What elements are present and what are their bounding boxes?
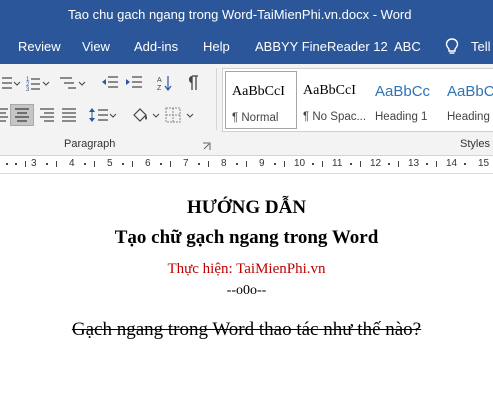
horizontal-ruler[interactable]: 3 4 5 6 7 8 9 10 11 12 13 14 15 [0, 156, 493, 174]
strikethrough-text: Gạch ngang trong Word thao tác như thế n… [71, 319, 422, 340]
ruler-number: 3 [31, 158, 37, 169]
style-name: ¶ No Spac... [303, 111, 367, 123]
ruler-tick [322, 161, 323, 167]
title-bar: Tao chu gach ngang trong Word-TaiMienPhi… [0, 0, 493, 30]
ruler-number: 15 [478, 158, 490, 169]
style-name: ¶ Normal [232, 112, 279, 124]
ruler-number: 4 [69, 158, 75, 169]
ruler-dot [122, 163, 124, 165]
ribbon-home: 1 2 3 A Z Paragraph AaBbCcI ¶ Normal AaB… [0, 64, 493, 156]
ruler-dot [198, 163, 200, 165]
align-right-icon[interactable] [38, 106, 56, 124]
tell-me-search[interactable]: Tell [471, 30, 491, 64]
style-sample: AaBbCcI [232, 84, 285, 99]
ribbon-tabs: Review View Add-ins Help ABBYY FineReade… [0, 30, 493, 64]
align-center-button[interactable] [10, 104, 34, 126]
justify-icon[interactable] [60, 106, 78, 124]
ruler-dot [6, 163, 8, 165]
ruler-tick [132, 161, 133, 167]
ruler-tick [208, 161, 209, 167]
ruler-dot [160, 163, 162, 165]
ruler-dot [350, 163, 352, 165]
style-normal[interactable]: AaBbCcI ¶ Normal [225, 71, 297, 129]
lightbulb-icon[interactable] [444, 38, 460, 56]
document-credit: Thực hiện: TaiMienPhi.vn [167, 261, 326, 277]
borders-icon[interactable] [164, 106, 196, 124]
line-spacing-icon[interactable] [88, 106, 116, 124]
window-title: Tao chu gach ngang trong Word-TaiMienPhi… [68, 7, 412, 22]
multilevel-list-icon[interactable] [58, 74, 88, 92]
ruler-number: 13 [408, 158, 420, 169]
paragraph-dialog-launcher-icon[interactable] [202, 142, 211, 151]
paragraph-group-label: Paragraph [64, 138, 116, 150]
bullets-icon[interactable] [0, 74, 20, 92]
ruler-number: 5 [107, 158, 113, 169]
ruler-number: 9 [259, 158, 265, 169]
numbering-icon[interactable]: 1 2 3 [24, 74, 54, 92]
svg-text:3: 3 [26, 87, 30, 92]
styles-group-label: Styles [460, 138, 490, 150]
ruler-dot [312, 163, 314, 165]
show-formatting-marks-icon[interactable] [186, 74, 200, 92]
ruler-number: 6 [145, 158, 151, 169]
ruler-number: 12 [370, 158, 382, 169]
ruler-dot [426, 163, 428, 165]
style-sample: AaBbCc [375, 83, 431, 100]
document-separator: --o0o-- [226, 283, 267, 298]
tab-review[interactable]: Review [18, 30, 61, 64]
document-page[interactable]: HƯỚNG DẪN Tạo chữ gạch ngang trong Word … [0, 175, 493, 401]
ruler-tick [170, 161, 171, 167]
svg-text:Z: Z [157, 85, 162, 92]
ruler-dot [388, 163, 390, 165]
sort-icon[interactable]: A Z [156, 74, 174, 92]
ruler-dot [84, 163, 86, 165]
styles-gallery: AaBbCcI ¶ Normal AaBbCcI ¶ No Spac... Aa… [222, 68, 493, 132]
ruler-dot [236, 163, 238, 165]
ruler-dot [15, 163, 17, 165]
align-center-icon [15, 108, 29, 122]
style-name: Heading [447, 111, 490, 123]
group-divider [216, 68, 217, 130]
ruler-tick [284, 161, 285, 167]
ruler-tick [398, 161, 399, 167]
ruler-number: 10 [294, 158, 306, 169]
ruler-tick [436, 161, 437, 167]
document-heading: HƯỚNG DẪN [186, 197, 307, 218]
tab-abbyy-finereader[interactable]: ABBYY FineReader 12 [255, 30, 388, 64]
ruler-tick [360, 161, 361, 167]
ruler-number: 14 [446, 158, 458, 169]
shading-icon[interactable] [130, 106, 160, 124]
ruler-dot [464, 163, 466, 165]
ruler-dot [46, 163, 48, 165]
ruler-tick [246, 161, 247, 167]
ruler-number: 11 [332, 158, 343, 169]
tab-help[interactable]: Help [203, 30, 230, 64]
style-sample: AaBbCcI [303, 83, 356, 98]
tab-view[interactable]: View [82, 30, 110, 64]
style-name: Heading 1 [375, 111, 428, 123]
ruler-number: 8 [221, 158, 227, 169]
align-left-partial-icon[interactable] [0, 106, 8, 124]
decrease-indent-icon[interactable] [100, 74, 120, 92]
ruler-dot [274, 163, 276, 165]
document-subheading: Tạo chữ gạch ngang trong Word [114, 227, 379, 248]
ruler-tick [56, 161, 57, 167]
increase-indent-icon[interactable] [124, 74, 144, 92]
style-sample: AaBbCc [447, 83, 493, 100]
tab-add-ins[interactable]: Add-ins [134, 30, 178, 64]
style-heading-2[interactable]: AaBbCc Heading [441, 71, 493, 129]
ruler-tick [25, 161, 26, 167]
ruler-number: 7 [183, 158, 189, 169]
tab-abc[interactable]: ABC [394, 30, 421, 64]
style-heading-1[interactable]: AaBbCc Heading 1 [369, 71, 441, 129]
svg-text:A: A [157, 77, 162, 84]
style-no-spacing[interactable]: AaBbCcI ¶ No Spac... [297, 71, 369, 129]
ruler-tick [94, 161, 95, 167]
